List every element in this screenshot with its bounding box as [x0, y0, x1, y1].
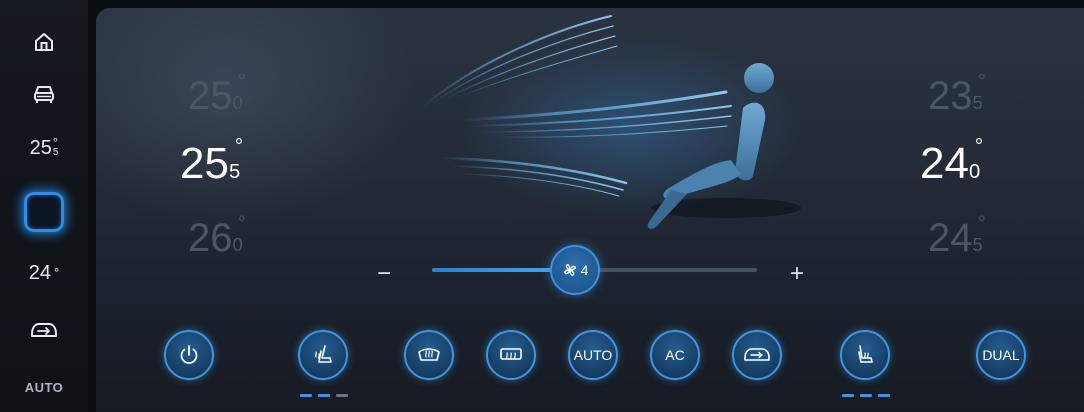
fan-increase-button[interactable]: + — [785, 260, 809, 288]
right-temp-current-frac: 0 — [968, 161, 981, 183]
sidebar-auto-label: AUTO — [24, 379, 64, 395]
left-temp-current-int: 25 — [180, 139, 229, 188]
right-temp-lower[interactable]: 245 ° — [928, 214, 986, 260]
climate-panel: 250 ° 255 ° 260 ° 235 ° 240 ° 245 ° − + … — [96, 8, 1084, 412]
right-temp-lower-int: 24 — [928, 216, 973, 260]
right-temp-lower-frac: 5 — [972, 234, 983, 255]
auto-button[interactable]: AUTO — [568, 330, 618, 380]
left-temp-current[interactable]: 255 ° — [180, 136, 243, 188]
left-temp-upper[interactable]: 250 ° — [188, 72, 246, 118]
sidebar-driver-temp-int: 25 — [29, 136, 52, 159]
fan-level-value: 4 — [580, 262, 589, 278]
sidebar: 25 ° 5 24 ° AUTO — [0, 0, 88, 412]
sidebar-passenger-temp[interactable]: 24 ° — [0, 258, 88, 288]
rear-defrost-icon — [500, 348, 522, 360]
recirculation-icon — [31, 323, 57, 337]
car-icon — [34, 86, 54, 103]
home-icon — [35, 33, 53, 51]
left-temp-upper-int: 25 — [188, 74, 233, 118]
right-temp-upper[interactable]: 235 ° — [928, 72, 986, 118]
front-defrost-button[interactable] — [404, 330, 454, 380]
sidebar-car[interactable] — [0, 78, 88, 110]
left-temp-lower-int: 26 — [188, 216, 233, 260]
left-temp-upper-frac: 0 — [232, 92, 243, 113]
sidebar-driver-temp-frac: 5 — [52, 147, 59, 159]
sidebar-climate[interactable] — [0, 190, 88, 234]
sidebar-home[interactable] — [0, 26, 88, 58]
passenger-seat-heat-button[interactable] — [840, 330, 890, 380]
climate-icon — [24, 192, 64, 232]
passenger-seat-heat-level-1 — [842, 394, 854, 397]
fan-speed-handle[interactable]: 4 — [550, 245, 600, 295]
dual-button[interactable]: DUAL — [976, 330, 1026, 380]
dual-button-label: DUAL — [982, 347, 1020, 363]
left-temp-upper-deg: ° — [238, 71, 246, 92]
passenger-seat-heat-level — [842, 394, 890, 397]
right-temp-lower-deg: ° — [978, 213, 986, 234]
rear-defrost-button[interactable] — [486, 330, 536, 380]
passenger-seat-heat-level-2 — [860, 394, 872, 397]
right-temp-current-deg: ° — [974, 135, 984, 158]
right-temp-upper-frac: 5 — [972, 92, 983, 113]
driver-seat-heat-level — [300, 394, 348, 397]
driver-seat-heat-button[interactable] — [298, 330, 348, 380]
driver-seat-heat-level-3 — [336, 394, 348, 397]
recirculation-icon — [744, 348, 770, 361]
sidebar-auto[interactable]: AUTO — [0, 374, 88, 400]
sidebar-passenger-temp-deg: ° — [54, 264, 60, 280]
sidebar-recirculation[interactable] — [0, 316, 88, 346]
fan-decrease-button[interactable]: − — [372, 260, 396, 288]
airflow-seat-illustration — [420, 15, 801, 229]
sidebar-passenger-temp-int: 24 — [28, 261, 52, 284]
power-icon — [180, 345, 198, 364]
left-temp-lower[interactable]: 260 ° — [188, 214, 246, 260]
driver-seat-heat-level-1 — [300, 394, 312, 397]
left-temp-current-frac: 5 — [228, 161, 241, 183]
front-defrost-icon — [418, 348, 440, 361]
left-temp-current-deg: ° — [234, 135, 244, 158]
driver-seat-heat-level-2 — [318, 394, 330, 397]
right-temp-upper-int: 23 — [928, 74, 973, 118]
right-temp-current-int: 24 — [920, 139, 969, 188]
left-temp-lower-deg: ° — [238, 213, 246, 234]
seat-heat-icon — [858, 345, 873, 363]
recirculation-button[interactable] — [732, 330, 782, 380]
right-temp-upper-deg: ° — [978, 71, 986, 92]
ac-button[interactable]: AC — [650, 330, 700, 380]
seat-heat-icon — [315, 345, 332, 363]
power-button[interactable] — [164, 330, 214, 380]
left-temp-lower-frac: 0 — [232, 234, 243, 255]
auto-button-label: AUTO — [573, 347, 613, 363]
sidebar-driver-temp[interactable]: 25 ° 5 — [0, 133, 88, 163]
ac-button-label: AC — [665, 347, 685, 363]
fan-icon — [563, 264, 576, 276]
right-temp-current[interactable]: 240 ° — [920, 136, 983, 188]
passenger-seat-heat-level-3 — [878, 394, 890, 397]
